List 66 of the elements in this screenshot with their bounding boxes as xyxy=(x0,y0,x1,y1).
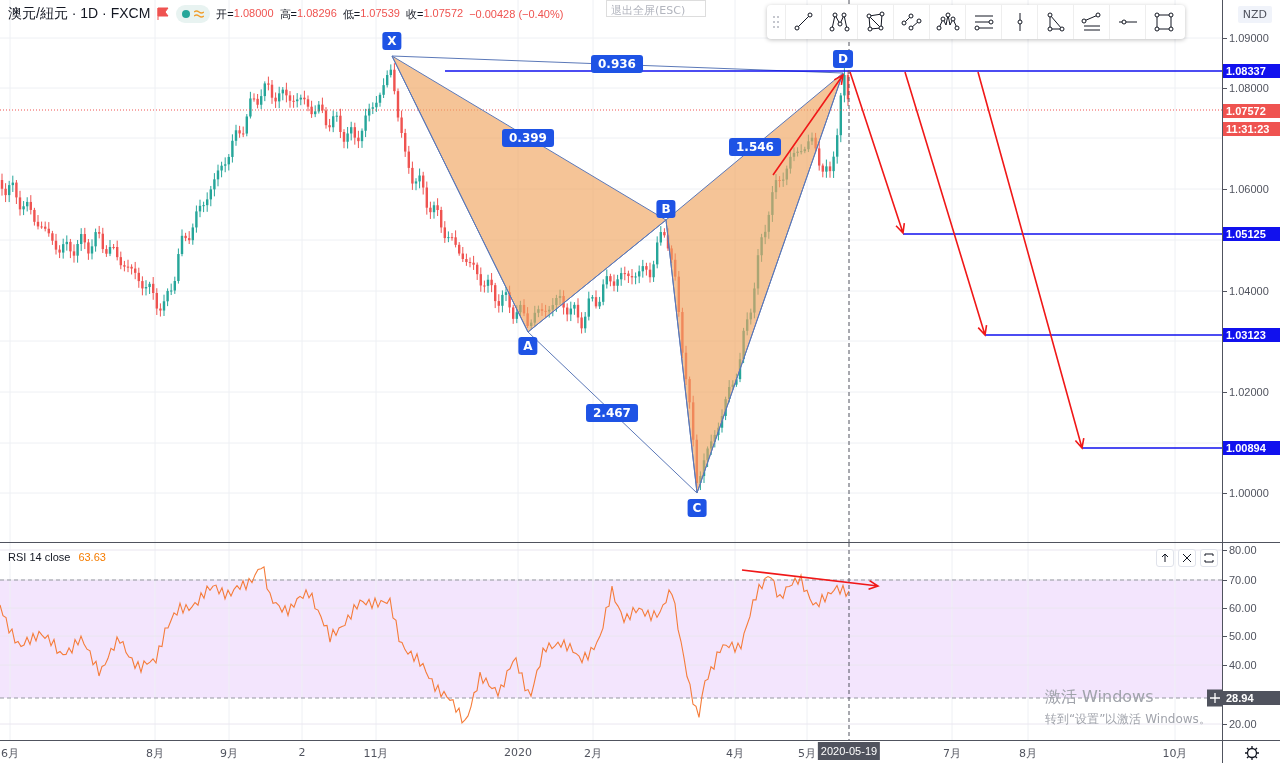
time-tick-label: 4月 xyxy=(726,746,744,761)
time-tick-label: 11月 xyxy=(363,746,389,761)
crosshair-date-label: 2020-05-19 xyxy=(817,742,881,760)
time-tick-label: 6月 xyxy=(1,746,19,761)
ratio-label: 0.936 xyxy=(591,55,643,73)
rsi-tick-label: 80.00 xyxy=(1229,544,1257,556)
level-price-label: 1.03123 xyxy=(1223,328,1280,342)
level-price-label: 1.00894 xyxy=(1223,441,1280,455)
point-label: C xyxy=(687,499,707,517)
move-up-icon xyxy=(1159,552,1171,564)
symbol-title: 澳元/紐元 · 1D · FXCM xyxy=(8,5,151,23)
maximize-icon xyxy=(1203,552,1215,564)
close-button[interactable] xyxy=(1178,549,1196,567)
ohlc-value: 1.07539 xyxy=(360,6,400,21)
ratio-label: 0.399 xyxy=(502,129,554,147)
activation-title: 激活 Windows xyxy=(1045,687,1155,708)
price-tick-label: 1.02000 xyxy=(1229,386,1269,398)
ohlc-label: 开= xyxy=(216,6,234,22)
price-tick-label: 1.08000 xyxy=(1229,82,1269,94)
point-label: A xyxy=(518,337,538,355)
price-change: −0.00428 (−0.40%) xyxy=(469,8,564,20)
time-tick-label: 5月 xyxy=(798,746,816,761)
rsi-tick-label: 20.00 xyxy=(1229,718,1257,730)
plus-icon[interactable] xyxy=(1207,689,1223,707)
crosshair-value-label: 28.94 xyxy=(1223,691,1280,705)
drag-handle-icon[interactable] xyxy=(771,14,781,30)
market-status-badge[interactable] xyxy=(176,5,211,23)
time-tick-label: 8月 xyxy=(146,746,164,761)
countdown-label: 11:31:23 xyxy=(1223,122,1280,136)
close-icon xyxy=(1181,552,1193,564)
level-price-label: 1.05125 xyxy=(1223,227,1280,241)
ratio-label: 1.546 xyxy=(729,138,781,156)
point-label: X xyxy=(382,32,402,50)
time-tick-label: 2 xyxy=(298,746,306,759)
time-tick-label: 7月 xyxy=(943,746,961,761)
time-tick-label: 10月 xyxy=(1162,746,1188,761)
rsi-tick-label: 60.00 xyxy=(1229,602,1257,614)
price-tick-label: 1.04000 xyxy=(1229,285,1269,297)
ohlc-label: 低= xyxy=(342,6,361,22)
price-tick-label: 1.09000 xyxy=(1229,32,1269,44)
time-tick-label: 2月 xyxy=(584,746,602,761)
last-price-label: 1.07572 xyxy=(1223,104,1280,118)
indicator-value: 63.63 xyxy=(78,551,106,563)
level-price-label: 1.08337 xyxy=(1223,64,1280,78)
point-label: D xyxy=(833,50,853,68)
ohlc-value: 1.07572 xyxy=(423,6,464,21)
price-tick-label: 1.06000 xyxy=(1229,183,1269,195)
ratio-label: 2.467 xyxy=(586,404,638,422)
ohlc-value: 1.08000 xyxy=(233,6,274,21)
currency-label: NZD xyxy=(1237,6,1272,23)
ohlc-label: 高= xyxy=(279,6,297,22)
indicator-title: RSI 14 close xyxy=(8,551,71,563)
point-label: B xyxy=(656,200,676,218)
ohlc-value: 1.08296 xyxy=(297,6,337,21)
time-tick-label: 8月 xyxy=(1019,746,1037,761)
rsi-tick-label: 70.00 xyxy=(1229,574,1257,586)
price-tick-label: 1.00000 xyxy=(1229,487,1269,499)
flag-icon[interactable] xyxy=(156,7,171,21)
activation-message: 转到“设置”以激活 Windows。 xyxy=(1045,711,1211,728)
time-tick-label: 2020 xyxy=(504,746,532,759)
time-tick-label: 9月 xyxy=(220,746,238,761)
rsi-tick-label: 50.00 xyxy=(1229,630,1257,642)
fullscreen-tooltip: 退出全屏(ESC) xyxy=(606,0,706,17)
settings-icon[interactable] xyxy=(1243,744,1260,761)
ohlc-label: 收= xyxy=(405,6,424,22)
rsi-tick-label: 40.00 xyxy=(1229,659,1257,671)
